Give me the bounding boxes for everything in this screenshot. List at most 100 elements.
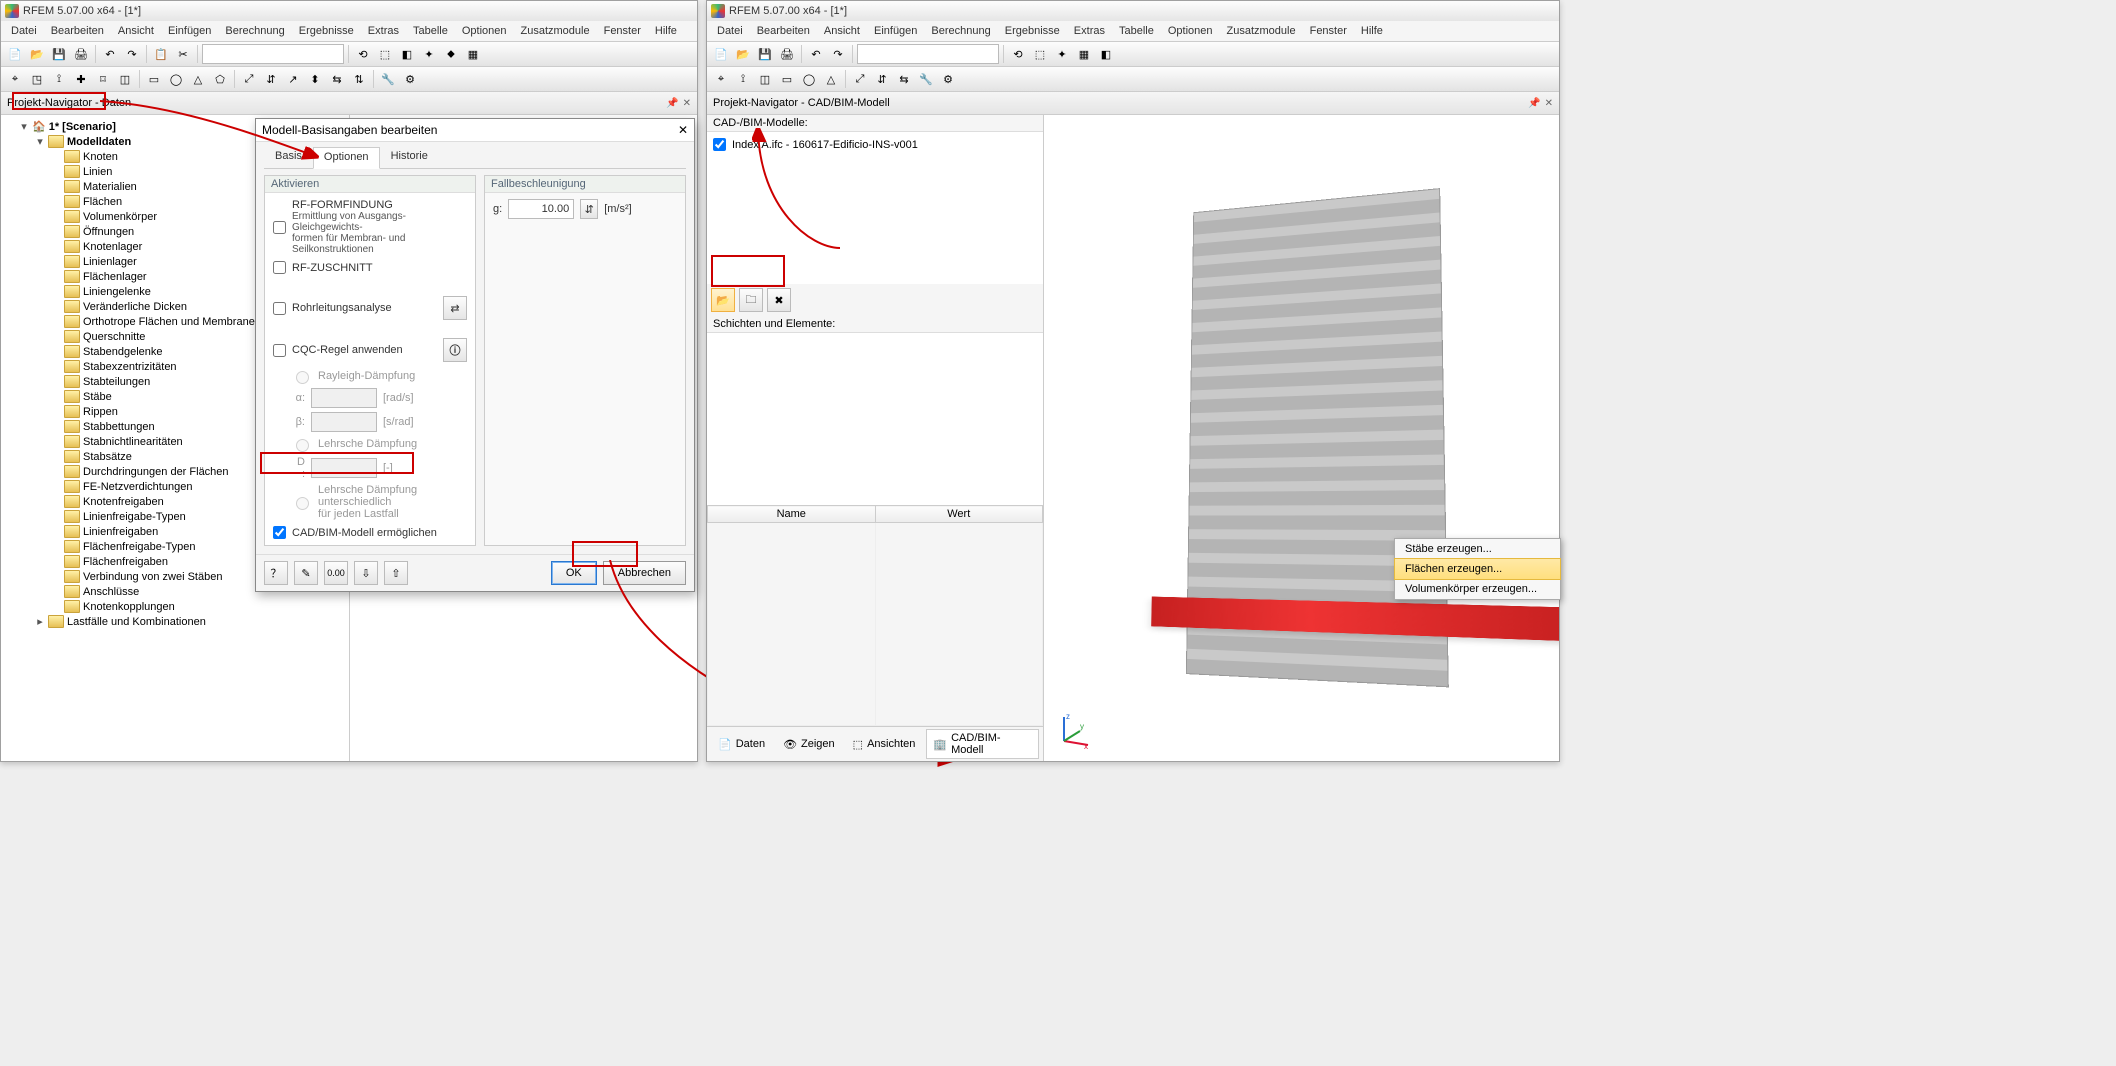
tool-icon[interactable]: ⬚	[375, 44, 395, 64]
tool-icon[interactable]: ▭	[144, 69, 164, 89]
tab-optionen[interactable]: Optionen	[313, 147, 380, 169]
checkbox-rohr[interactable]	[273, 302, 286, 315]
context-menu[interactable]: Stäbe erzeugen... Flächen erzeugen... Vo…	[1394, 538, 1561, 600]
tool-icon[interactable]: ⇆	[327, 69, 347, 89]
tool-icon[interactable]: ⇵	[872, 69, 892, 89]
tool-icon[interactable]: ✂	[173, 44, 193, 64]
tool-icon[interactable]: ⬍	[305, 69, 325, 89]
main-toolbar-2-right[interactable]: ⌖ ⟟ ◫ ▭ ◯ △ ⤢ ⇵ ⇆ 🔧 ⚙	[707, 67, 1559, 92]
tool-icon[interactable]: ↷	[828, 44, 848, 64]
menu-item[interactable]: Bearbeiten	[45, 23, 110, 39]
tool-icon[interactable]: 📂	[27, 44, 47, 64]
opt-cadbim[interactable]: CAD/BIM-Modell ermöglichen	[273, 526, 467, 539]
tool-icon[interactable]: ⤢	[239, 69, 259, 89]
menubar-left[interactable]: Datei Bearbeiten Ansicht Einfügen Berech…	[1, 21, 697, 42]
menu-item[interactable]: Tabelle	[1113, 23, 1160, 39]
menu-item[interactable]: Hilfe	[649, 23, 683, 39]
navtab-daten[interactable]: 📄 Daten	[711, 729, 772, 759]
tool-icon[interactable]: ▦	[1074, 44, 1094, 64]
tool-icon[interactable]: ⚙	[400, 69, 420, 89]
menu-item[interactable]: Fenster	[1304, 23, 1353, 39]
tool-icon[interactable]: ◧	[397, 44, 417, 64]
checkbox-cadmodel[interactable]	[713, 138, 726, 151]
g-input[interactable]: 10.00	[508, 199, 574, 219]
tool-icon[interactable]: △	[821, 69, 841, 89]
tool-icon[interactable]: ✚	[71, 69, 91, 89]
export-icon[interactable]: ⇧	[384, 561, 408, 585]
navtab-cadbim[interactable]: 🏢 CAD/BIM-Modell	[926, 729, 1039, 759]
checkbox-rfformfindung[interactable]	[273, 221, 286, 234]
rohr-settings-button[interactable]: ⇄	[443, 296, 467, 320]
tool-icon[interactable]: ↶	[100, 44, 120, 64]
tool-icon[interactable]: ⇆	[894, 69, 914, 89]
menu-item[interactable]: Datei	[711, 23, 749, 39]
tree-lastfaelle[interactable]: ▸ Lastfälle und Kombinationen	[35, 614, 347, 629]
tool-icon[interactable]: ◫	[755, 69, 775, 89]
menu-item[interactable]: Ansicht	[112, 23, 160, 39]
tool-icon[interactable]: ⌑	[93, 69, 113, 89]
opt-rfzuschnitt[interactable]: RF-ZUSCHNITT	[273, 261, 467, 274]
menu-item[interactable]: Ansicht	[818, 23, 866, 39]
tool-icon[interactable]: ⟲	[1008, 44, 1028, 64]
open-cadmodel-button[interactable]: 📂	[711, 288, 735, 312]
tool-icon[interactable]: ⤢	[850, 69, 870, 89]
tab-historie[interactable]: Historie	[380, 146, 439, 168]
opt-cqc[interactable]: CQC-Regel anwenden ⓘ	[273, 338, 467, 362]
tool-icon[interactable]: ⬠	[210, 69, 230, 89]
menu-item[interactable]: Zusatzmodule	[1221, 23, 1302, 39]
menubar-right[interactable]: Datei Bearbeiten Ansicht Einfügen Berech…	[707, 21, 1559, 42]
opt-rohr[interactable]: Rohrleitungsanalyse ⇄	[273, 296, 467, 320]
tool-icon[interactable]: 🖨	[71, 44, 91, 64]
opt-rfformfindung[interactable]: RF-FORMFINDUNG Ermittlung von Ausgangs-G…	[273, 199, 467, 255]
tool-icon[interactable]: ⬚	[1030, 44, 1050, 64]
tree-item[interactable]: Knotenkopplungen	[51, 599, 347, 614]
tool-icon[interactable]: ✦	[419, 44, 439, 64]
pin-icon[interactable]: 📌	[1528, 98, 1540, 109]
tool-icon[interactable]: ◯	[166, 69, 186, 89]
tool-icon[interactable]: ✦	[1052, 44, 1072, 64]
layers-tree[interactable]	[707, 333, 1043, 505]
import-icon[interactable]: ⇩	[354, 561, 378, 585]
menu-item[interactable]: Fenster	[598, 23, 647, 39]
tool-icon[interactable]: ↶	[806, 44, 826, 64]
menu-item[interactable]: Optionen	[1162, 23, 1219, 39]
checkbox-cqc[interactable]	[273, 344, 286, 357]
pin-icon[interactable]: 📌	[666, 98, 678, 109]
ctx-staebe[interactable]: Stäbe erzeugen...	[1395, 539, 1560, 559]
tool-icon[interactable]: 📄	[5, 44, 25, 64]
tool-icon[interactable]: ⌖	[711, 69, 731, 89]
ok-button[interactable]: OK	[551, 561, 597, 585]
units-icon[interactable]: 0.00	[324, 561, 348, 585]
tool-icon[interactable]: 📄	[711, 44, 731, 64]
toolbar-combo[interactable]	[857, 44, 999, 64]
tool-icon[interactable]: ▭	[777, 69, 797, 89]
tool-icon[interactable]: 💾	[49, 44, 69, 64]
edit-icon[interactable]: ✎	[294, 561, 318, 585]
menu-item[interactable]: Hilfe	[1355, 23, 1389, 39]
menu-item[interactable]: Berechnung	[925, 23, 996, 39]
main-toolbar-1-left[interactable]: 📄 📂 💾 🖨 ↶ ↷ 📋 ✂ ⟲ ⬚ ◧ ✦ ⬥ ▦	[1, 42, 697, 67]
tool-icon[interactable]: ◯	[799, 69, 819, 89]
g-stepper-icon[interactable]: ⇵	[580, 199, 598, 219]
tool-icon[interactable]: ◧	[1096, 44, 1116, 64]
menu-item[interactable]: Extras	[1068, 23, 1111, 39]
navtab-zeigen[interactable]: 👁 Zeigen	[776, 729, 842, 759]
tool-icon[interactable]: 📋	[151, 44, 171, 64]
ctx-volumen[interactable]: Volumenkörper erzeugen...	[1395, 579, 1560, 599]
dialog-tabs[interactable]: Basis Optionen Historie	[264, 146, 686, 169]
folder-icon[interactable]: 🗀	[739, 288, 763, 312]
close-panel-icon[interactable]: ✕	[683, 98, 691, 109]
info-icon[interactable]: ⓘ	[443, 338, 467, 362]
menu-item[interactable]: Optionen	[456, 23, 513, 39]
tool-icon[interactable]: 💾	[755, 44, 775, 64]
toolbar-combo[interactable]	[202, 44, 344, 64]
menu-item[interactable]: Ergebnisse	[999, 23, 1066, 39]
checkbox-rfzuschnitt[interactable]	[273, 261, 286, 274]
tool-icon[interactable]: ⟲	[353, 44, 373, 64]
tool-icon[interactable]: ↗	[283, 69, 303, 89]
tool-icon[interactable]: △	[188, 69, 208, 89]
tool-icon[interactable]: 📂	[733, 44, 753, 64]
menu-item[interactable]: Bearbeiten	[751, 23, 816, 39]
main-toolbar-1-right[interactable]: 📄 📂 💾 🖨 ↶ ↷ ⟲ ⬚ ✦ ▦ ◧	[707, 42, 1559, 67]
tool-icon[interactable]: ⇅	[349, 69, 369, 89]
